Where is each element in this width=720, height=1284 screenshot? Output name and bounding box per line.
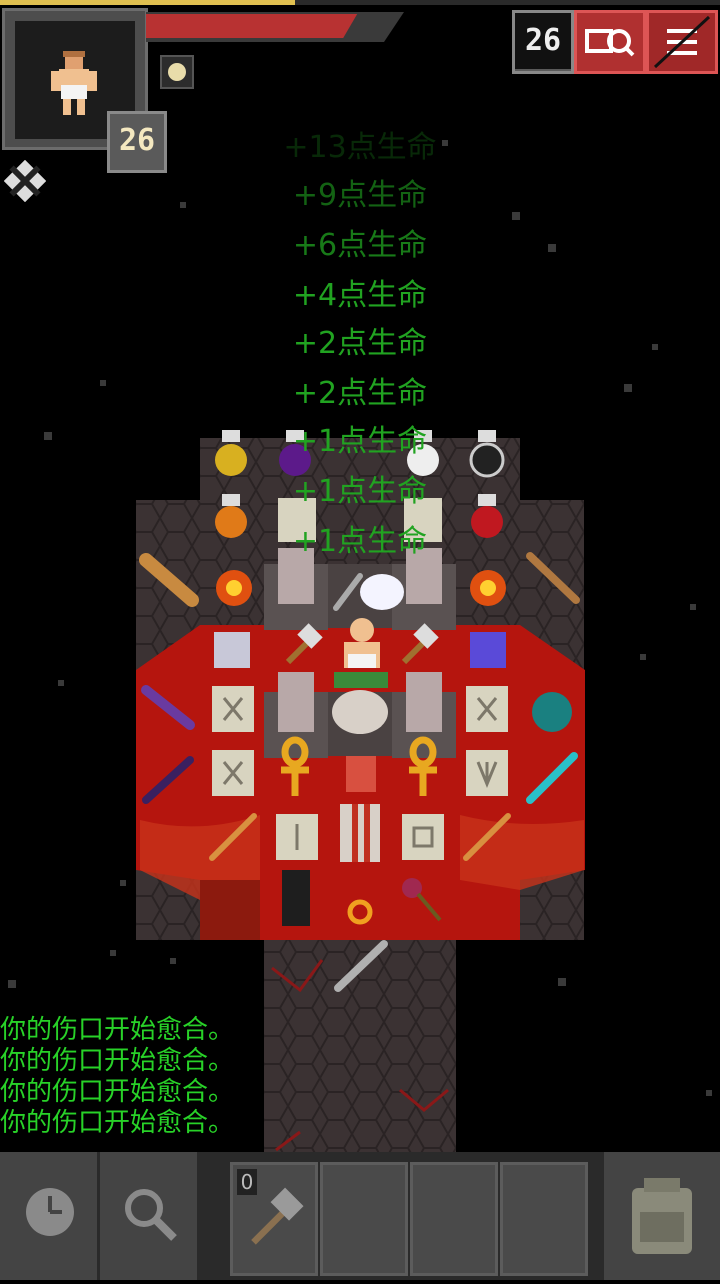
search-journal-icon	[585, 29, 635, 57]
log-line: 你的伤口开始愈合。	[0, 1108, 235, 1138]
backpack-button[interactable]	[604, 1152, 720, 1280]
heal-text: +9点生命	[292, 178, 428, 213]
magnifier-icon	[125, 1189, 177, 1241]
quickslot-2[interactable]	[320, 1162, 408, 1276]
hero-portrait-icon	[51, 51, 97, 115]
heal-text: +4点生命	[292, 278, 428, 313]
quickslot-1[interactable]: 0	[230, 1162, 318, 1276]
menu-icon	[653, 15, 711, 69]
heal-text: +2点生命	[292, 326, 428, 361]
heal-text: +1点生命	[292, 424, 428, 459]
hp-bar-fill	[146, 14, 358, 38]
log-line: 你的伤口开始愈合。	[0, 1077, 235, 1107]
dungeon-depth: 26	[515, 13, 571, 69]
hp-bar	[146, 12, 404, 42]
hero-level-badge: 26	[107, 111, 167, 173]
heal-text: +1点生命	[292, 474, 428, 509]
xp-bar-fill	[0, 0, 296, 5]
backpack-icon	[632, 1178, 692, 1254]
bottom-toolbar: 0	[0, 1152, 720, 1280]
clock-icon	[26, 1188, 74, 1236]
heal-text: +2点生命	[292, 376, 428, 411]
journal-button[interactable]	[574, 10, 646, 74]
quickslot-4[interactable]	[500, 1162, 588, 1276]
quickslot-count: 0	[237, 1169, 257, 1195]
light-buff-icon[interactable]	[160, 55, 194, 89]
depth-indicator: 26	[512, 10, 574, 74]
heal-text: +13点生命	[283, 130, 437, 165]
xp-bar	[0, 0, 720, 5]
heal-text: +6点生命	[292, 228, 428, 263]
log-line: 你的伤口开始愈合。	[0, 1015, 235, 1045]
hero-level: 26	[118, 123, 156, 158]
search-button[interactable]	[100, 1152, 200, 1280]
menu-button[interactable]	[646, 10, 718, 74]
log-line: 你的伤口开始愈合。	[0, 1046, 235, 1076]
heal-text: +1点生命	[292, 524, 428, 559]
speech-bubble	[360, 574, 404, 610]
compass-icon[interactable]	[4, 160, 46, 202]
message-log: 你的伤口开始愈合。 你的伤口开始愈合。 你的伤口开始愈合。 你的伤口开始愈合。	[0, 1015, 720, 1139]
wait-button[interactable]	[0, 1152, 100, 1280]
quickslot-3[interactable]	[410, 1162, 498, 1276]
